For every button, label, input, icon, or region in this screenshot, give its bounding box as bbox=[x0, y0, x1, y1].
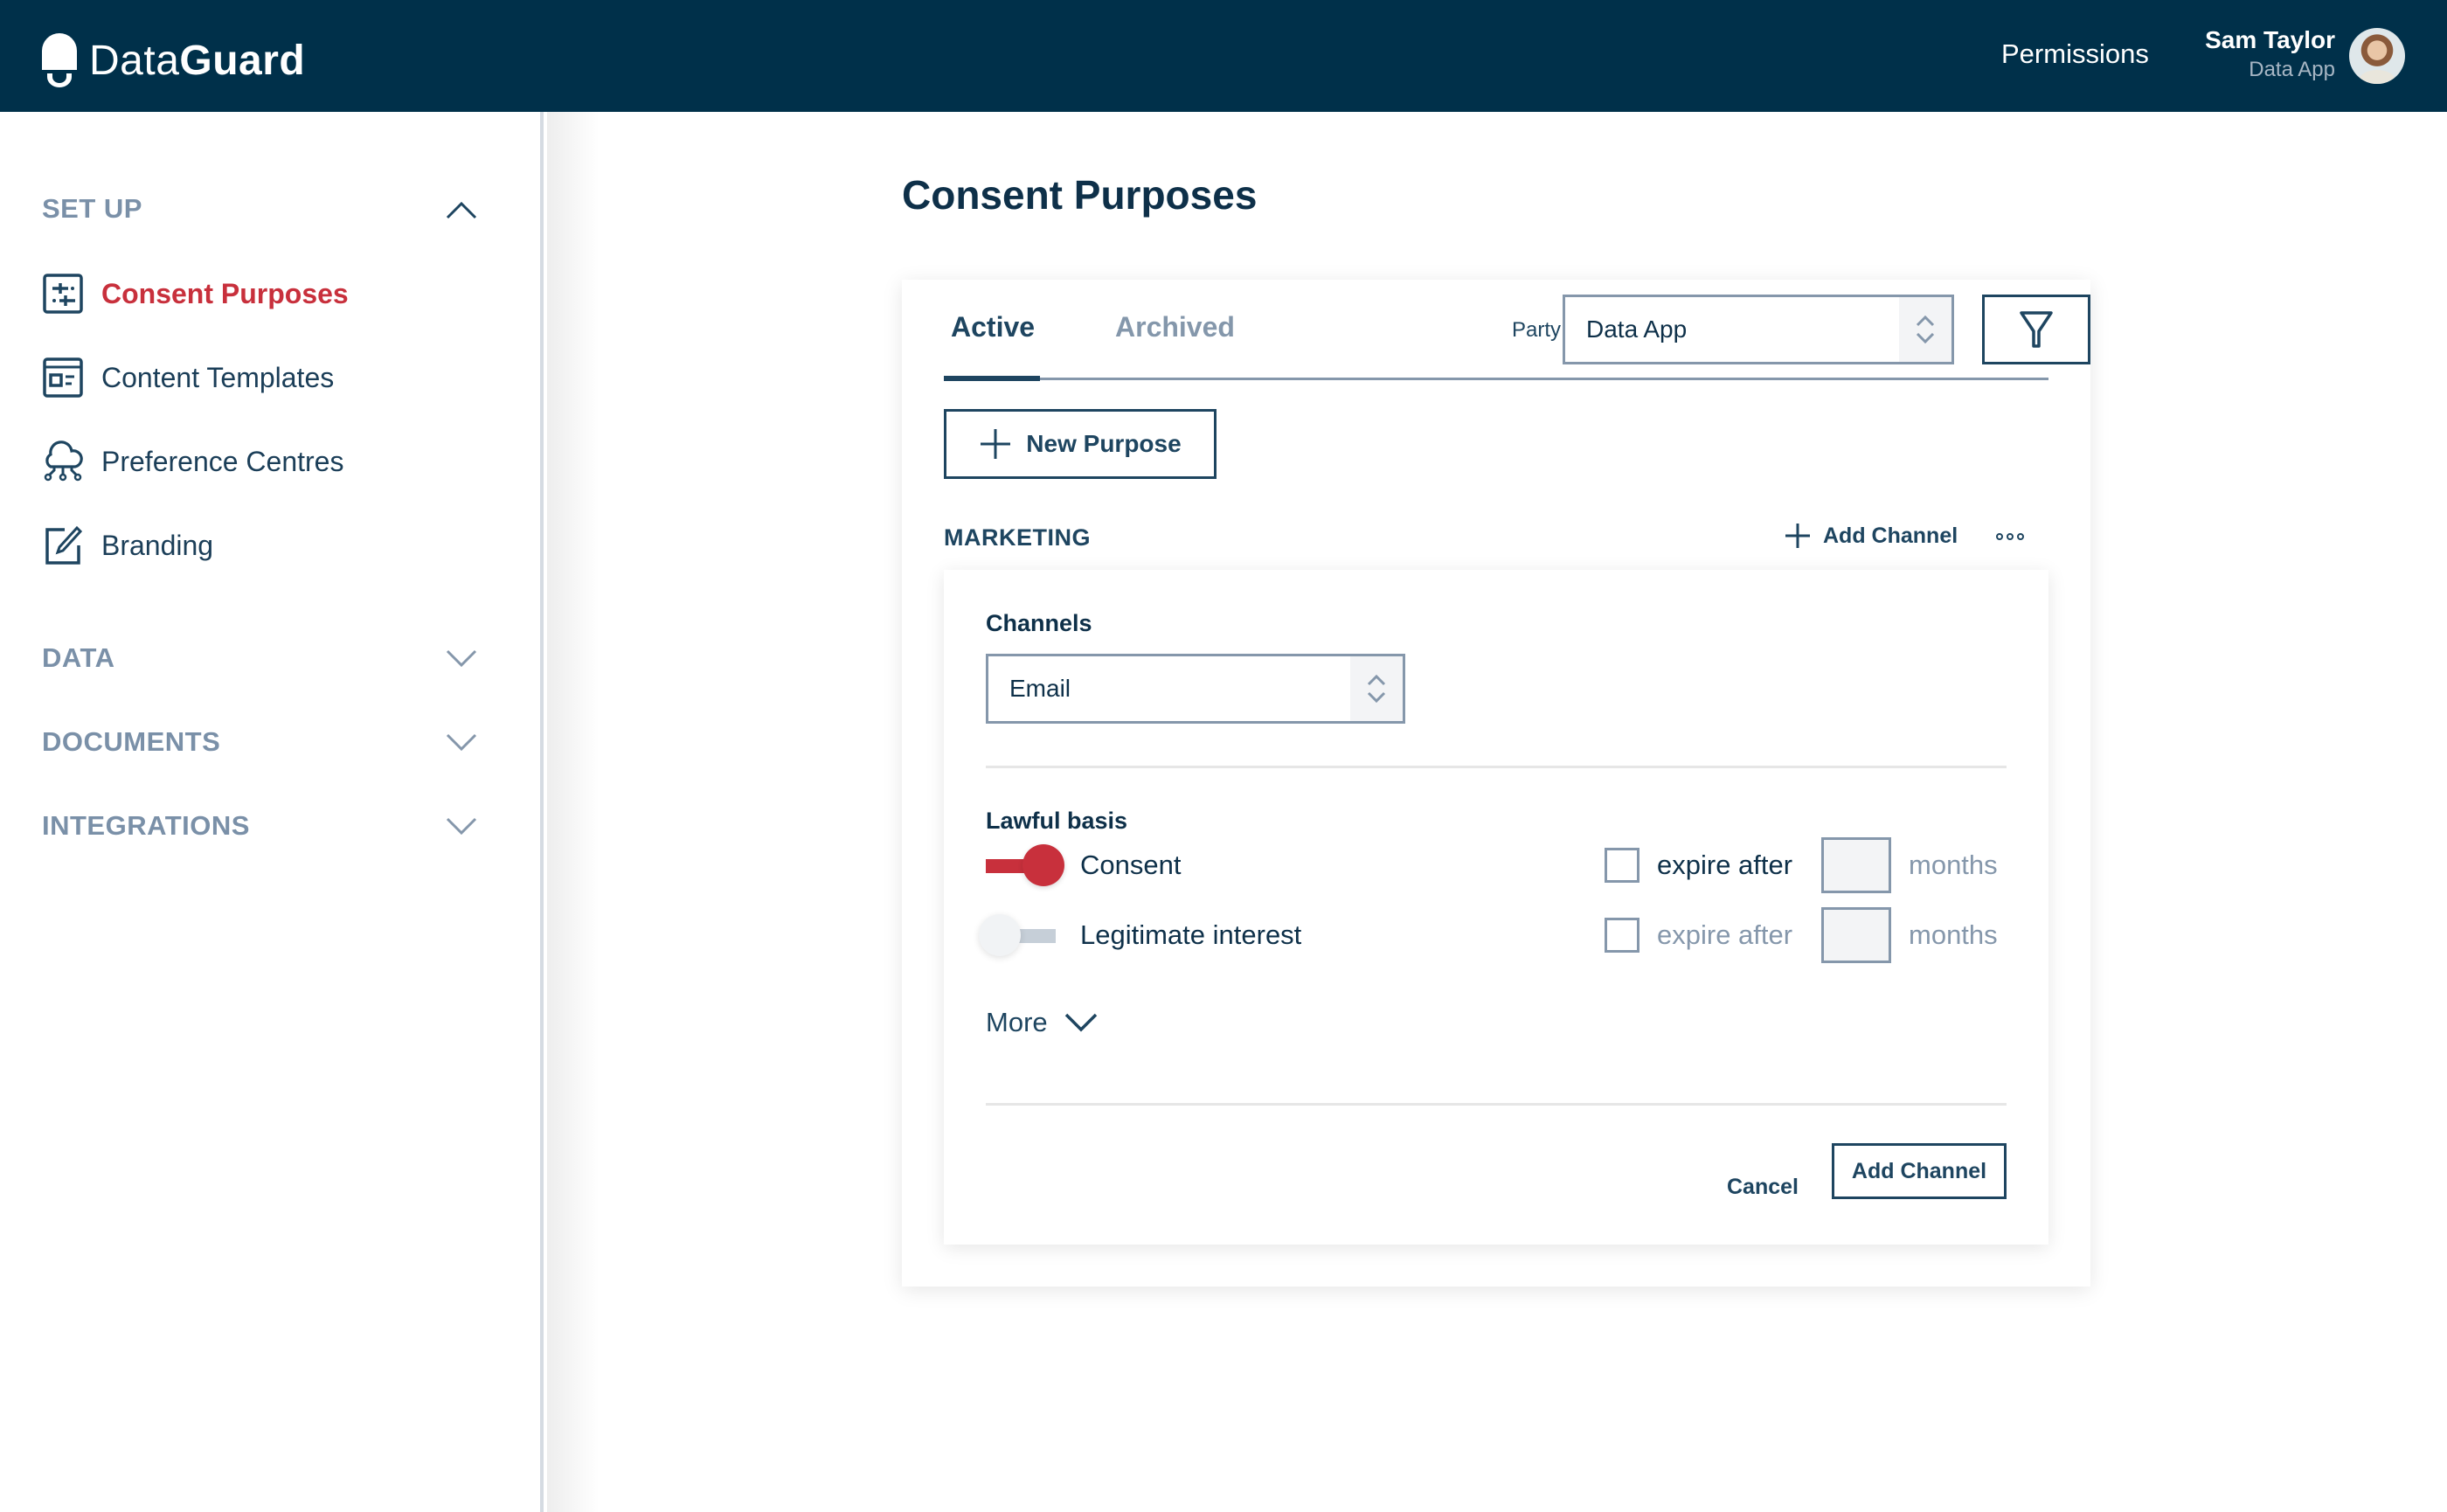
add-channel-link-label: Add Channel bbox=[1823, 523, 1958, 548]
template-icon bbox=[43, 357, 83, 398]
nav-label: Consent Purposes bbox=[101, 277, 349, 309]
chevron-down-icon bbox=[1367, 691, 1386, 704]
chevron-down-icon bbox=[1064, 1013, 1097, 1032]
brand-name-light: Data bbox=[89, 38, 180, 84]
party-label: Party bbox=[1512, 318, 1562, 342]
top-navbar: DataGuard Permissions Sam Taylor Data Ap… bbox=[0, 0, 2447, 112]
plus-icon bbox=[981, 429, 1011, 459]
select-arrows bbox=[1350, 656, 1403, 721]
edit-brush-icon bbox=[45, 525, 83, 565]
nav-label: Preference Centres bbox=[101, 445, 344, 477]
sidebar-item-preference-centres[interactable]: Preference Centres bbox=[42, 435, 343, 488]
more-options-toggle[interactable]: More bbox=[986, 1007, 1099, 1038]
consent-expire-checkbox[interactable] bbox=[1605, 848, 1639, 883]
nav-label: Content Templates bbox=[101, 361, 335, 393]
add-channel-form: Channels Email Lawful basis Consent expi… bbox=[944, 570, 2048, 1245]
brand-name: DataGuard bbox=[89, 38, 305, 84]
chevron-down-icon bbox=[446, 733, 477, 752]
consent-months-input[interactable] bbox=[1821, 837, 1891, 893]
consent-toggle[interactable] bbox=[986, 844, 1064, 888]
legitimate-interest-months-input[interactable] bbox=[1821, 907, 1891, 963]
user-name: Sam Taylor bbox=[2205, 26, 2335, 53]
legitimate-interest-expire-label: expire after bbox=[1657, 919, 1793, 950]
brand-logo[interactable]: DataGuard bbox=[42, 31, 305, 91]
select-arrows bbox=[1899, 297, 1951, 362]
channels-label: Channels bbox=[986, 610, 1092, 636]
sidebar-item-branding[interactable]: Branding bbox=[42, 519, 213, 572]
channel-select-value: Email bbox=[1009, 675, 1071, 702]
chevron-down-icon bbox=[446, 817, 477, 836]
purposes-card: Active Archived Party Data App New Purpo… bbox=[902, 280, 2090, 1287]
tab-active[interactable]: Active bbox=[951, 311, 1035, 343]
tab-divider bbox=[944, 378, 2048, 380]
plus-icon bbox=[1785, 524, 1810, 548]
section-title: SET UP bbox=[42, 193, 142, 224]
section-title: DOCUMENTS bbox=[42, 726, 221, 757]
sidebar-section-integrations[interactable]: INTEGRATIONS bbox=[42, 804, 479, 848]
more-label: More bbox=[986, 1007, 1048, 1037]
sidebar: SET UP Consent Purposes Content Template… bbox=[0, 112, 544, 1512]
divider bbox=[986, 1103, 2007, 1106]
chevron-down-icon bbox=[1916, 332, 1935, 344]
user-avatar[interactable] bbox=[2349, 28, 2405, 84]
more-options-icon[interactable] bbox=[1996, 526, 2031, 547]
purpose-title: MARKETING bbox=[944, 524, 1091, 551]
page-title: Consent Purposes bbox=[902, 172, 1258, 218]
new-purpose-button[interactable]: New Purpose bbox=[944, 409, 1217, 479]
chevron-up-icon bbox=[446, 201, 477, 219]
party-select[interactable]: Data App bbox=[1563, 295, 1954, 364]
legitimate-interest-toggle[interactable] bbox=[979, 914, 1057, 958]
chevron-up-icon bbox=[1367, 674, 1386, 686]
sidebar-section-setup[interactable]: SET UP bbox=[42, 187, 479, 231]
legitimate-interest-label: Legitimate interest bbox=[1080, 919, 1302, 950]
section-title: DATA bbox=[42, 642, 115, 673]
sidebar-item-consent-purposes[interactable]: Consent Purposes bbox=[42, 267, 349, 320]
section-title: INTEGRATIONS bbox=[42, 810, 250, 841]
sidebar-section-data[interactable]: DATA bbox=[42, 636, 479, 680]
consent-label: Consent bbox=[1080, 850, 1182, 880]
channel-select[interactable]: Email bbox=[986, 654, 1405, 724]
sidebar-shadow bbox=[547, 112, 600, 1512]
tab-archived[interactable]: Archived bbox=[1115, 311, 1235, 343]
party-select-value: Data App bbox=[1586, 316, 1688, 343]
legitimate-interest-expire-checkbox[interactable] bbox=[1605, 918, 1639, 953]
consent-expire-label: expire after bbox=[1657, 850, 1793, 880]
cloud-network-icon bbox=[44, 440, 83, 482]
user-role: Data App bbox=[2249, 58, 2335, 81]
sliders-icon bbox=[43, 274, 83, 314]
consent-months-label: months bbox=[1909, 850, 1998, 880]
cancel-button[interactable]: Cancel bbox=[1727, 1175, 1799, 1200]
filter-button[interactable] bbox=[1982, 295, 2090, 364]
sidebar-section-documents[interactable]: DOCUMENTS bbox=[42, 720, 479, 764]
nav-permissions-link[interactable]: Permissions bbox=[2001, 38, 2149, 70]
new-purpose-label: New Purpose bbox=[1026, 430, 1182, 457]
user-menu[interactable]: Sam Taylor Data App bbox=[2205, 24, 2335, 84]
lawful-basis-label: Lawful basis bbox=[986, 808, 1128, 834]
sidebar-item-content-templates[interactable]: Content Templates bbox=[42, 351, 334, 404]
chevron-up-icon bbox=[1916, 315, 1935, 327]
brand-name-bold: Guard bbox=[179, 38, 306, 84]
nav-label: Branding bbox=[101, 529, 214, 561]
logo-bell-icon bbox=[42, 33, 77, 87]
divider bbox=[986, 766, 2007, 768]
add-channel-link[interactable]: Add Channel bbox=[1785, 523, 1958, 549]
active-tab-indicator bbox=[944, 376, 1040, 381]
filter-icon bbox=[2020, 311, 2053, 348]
chevron-down-icon bbox=[446, 649, 477, 668]
legitimate-interest-months-label: months bbox=[1909, 919, 1998, 950]
tab-bar: Active Archived Party Data App bbox=[944, 280, 2090, 381]
add-channel-button[interactable]: Add Channel bbox=[1832, 1143, 2007, 1199]
